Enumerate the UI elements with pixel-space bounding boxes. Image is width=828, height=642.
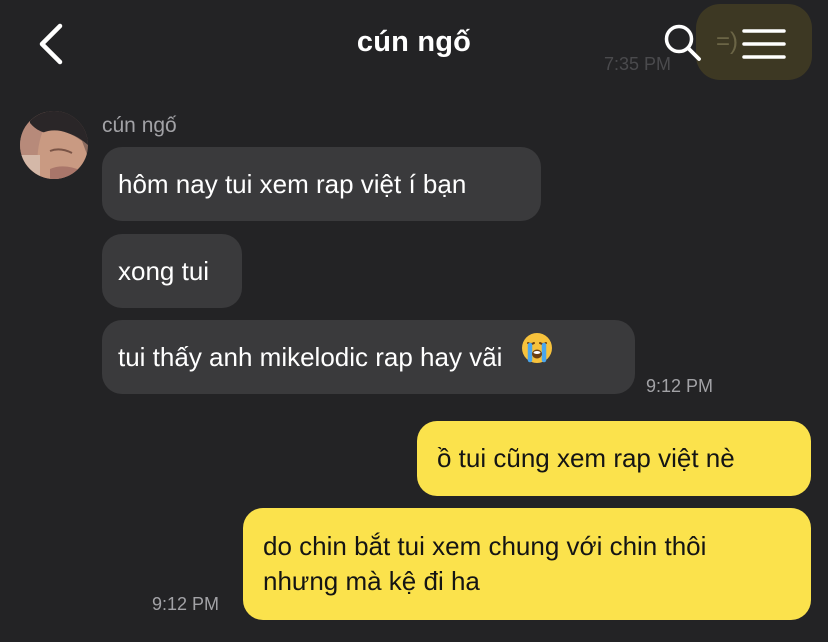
message-text: ồ tui cũng xem rap việt nè <box>437 443 735 473</box>
message-text-line: nhưng mà kệ đi ha <box>263 566 480 596</box>
search-button[interactable] <box>662 22 704 64</box>
sender-name: cún ngố <box>102 114 177 137</box>
message-timestamp: 9:12 PM <box>152 594 220 614</box>
loudly-crying-face-icon <box>520 319 554 393</box>
chat-header: cún ngố =) 7:35 PM <box>0 0 828 88</box>
message-text: tui thấy anh mikelodic rap hay vãi <box>118 342 503 372</box>
partial-message-text: =) <box>716 28 739 55</box>
partial-message-timestamp: 7:35 PM <box>604 54 672 74</box>
message-text: hôm nay tui xem rap việt í bạn <box>118 169 467 199</box>
incoming-message-bubble[interactable]: hôm nay tui xem rap việt í bạn <box>102 147 541 221</box>
message-timestamp: 9:12 PM <box>646 376 714 396</box>
message-text-line: do chin bắt tui xem chung với chin thôi <box>263 531 707 561</box>
message-text: xong tui <box>118 256 210 286</box>
hamburger-menu-icon <box>742 29 786 59</box>
profile-photo <box>20 111 88 179</box>
outgoing-message-bubble[interactable]: do chin bắt tui xem chung với chin thôi … <box>243 508 811 620</box>
search-icon <box>664 24 701 61</box>
menu-button[interactable] <box>740 26 788 62</box>
incoming-message-bubble[interactable]: tui thấy anh mikelodic rap hay vãi <box>102 320 635 394</box>
avatar[interactable] <box>20 111 88 179</box>
outgoing-message-bubble[interactable]: ồ tui cũng xem rap việt nè <box>417 421 811 496</box>
incoming-message-bubble[interactable]: xong tui <box>102 234 242 308</box>
